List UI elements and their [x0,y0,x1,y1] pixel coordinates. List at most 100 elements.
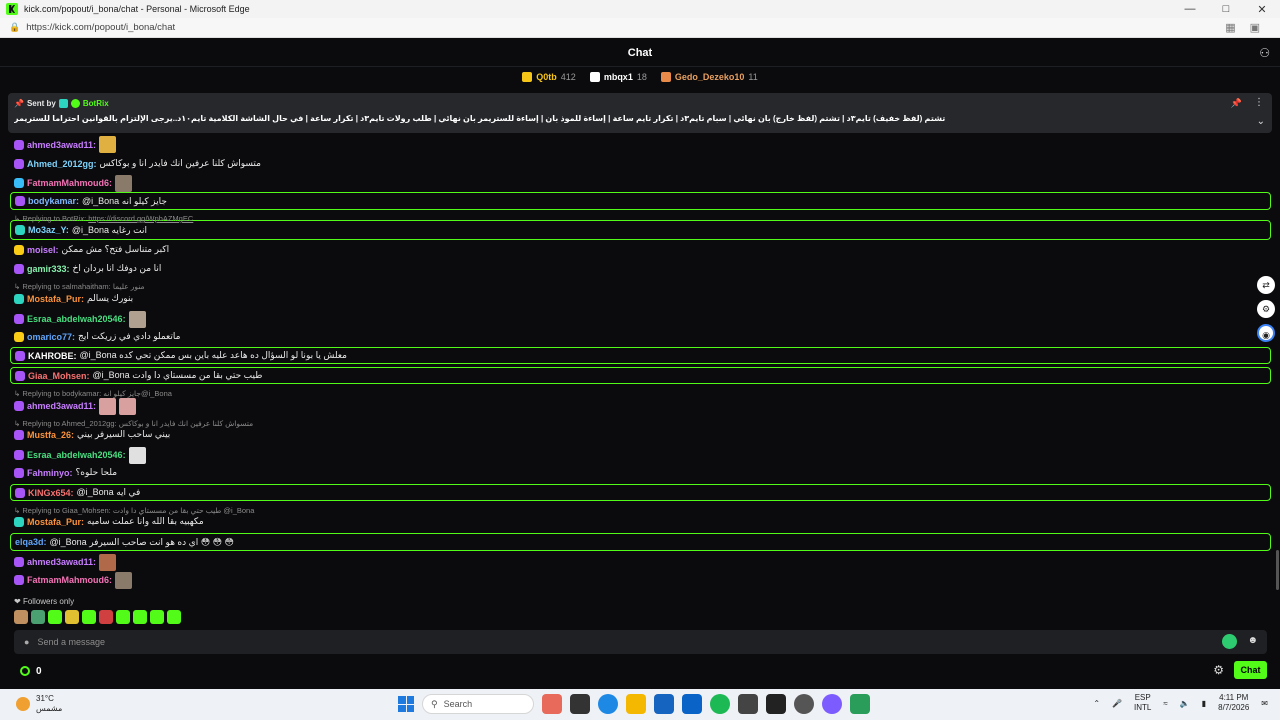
chat-username[interactable]: Ahmed_2012gg: [27,159,97,169]
chat-username[interactable]: Fahminyo: [27,468,73,478]
gear-icon[interactable]: ⚙ [1213,663,1224,677]
minimize-button[interactable]: — [1172,3,1208,16]
chat-message[interactable]: ahmed3awad11: [10,553,1271,571]
task-view-icon[interactable] [570,694,590,714]
chat-username[interactable]: Mostafa_Pur: [27,517,84,527]
chat-username[interactable]: Esraa_abdelwah20546: [27,450,126,460]
url-text[interactable]: https://kick.com/popout/i_bona/chat [26,22,175,33]
translate-icon[interactable]: ⇄ [1257,276,1275,294]
notification-icon[interactable]: ✉ [1261,699,1268,708]
chat-username[interactable]: gamir333: [27,264,70,274]
emote[interactable] [133,610,147,624]
chat-username[interactable]: Mustfa_26: [27,430,74,440]
taskbar-search[interactable]: ⚲ Search [422,694,534,714]
edge-icon[interactable] [598,694,618,714]
chevron-up-icon[interactable]: ⌃ [1093,699,1100,708]
chat-message[interactable]: elqa3d: @i_Bona اي ده هو انت صاحب السيرفر… [10,533,1271,551]
chevron-down-icon[interactable]: ⌄ [1257,116,1265,127]
chat-message[interactable]: Ahmed_2012gg: متسواش كلنا عرفين انك فايدر… [10,156,1271,171]
emote[interactable] [14,610,28,624]
chat-username[interactable]: Mostafa_Pur: [27,294,84,304]
chat-message[interactable]: KINGx654: @i_Bona في ايه [10,484,1271,501]
pinned-sender-name[interactable]: BotRix [83,99,109,108]
chat-message[interactable]: ahmed3awad11: [10,136,1271,153]
chat-username[interactable]: ahmed3awad11: [27,557,96,567]
chat-message[interactable]: Mostafa_Pur: مكهبيه بقا الله وانا عملت سا… [10,514,1271,529]
chat-message[interactable]: Mo3az_Y: @i_Bona انت رغايه [10,220,1271,240]
send-chat-button[interactable]: Chat [1234,661,1267,679]
zoom-icon[interactable]: ▦ [1225,21,1235,34]
chat-messages[interactable]: ahmed3awad11: Ahmed_2012gg: متسواش كلنا عر… [0,134,1280,590]
chat-message[interactable]: Mustfa_26: بيني ساحب السيرفر بيني [10,427,1271,442]
lock-app-icon[interactable] [738,694,758,714]
chat-username[interactable]: FatmamMahmoud6: [27,178,112,188]
app-a-icon[interactable] [766,694,786,714]
emote[interactable] [82,610,96,624]
kick-app-icon[interactable] [850,694,870,714]
chat-message[interactable]: gamir333: انا من دوفك انا بردان اخ [10,261,1271,276]
outlook-icon[interactable] [682,694,702,714]
chat-username[interactable]: Giaa_Mohsen: [28,371,90,381]
more-options-icon[interactable]: ⋮ [1254,97,1264,108]
volume-icon[interactable]: 🔈 [1180,699,1190,708]
chat-username[interactable]: moisel: [27,245,59,255]
chat-message[interactable]: moisel: اكبر متناسل فتح؟ مش ممكن [10,242,1271,257]
weather-widget[interactable]: 31°C مشمس [16,694,62,714]
emoji-icon[interactable]: ☻ [1247,635,1258,646]
message-input[interactable]: Send a message [37,637,105,647]
chat-username[interactable]: elqa3d: [15,537,47,547]
pinned-message[interactable]: 📌 Sent by BotRix تشتم (لفظ خفيف) تايم٣د … [8,93,1272,133]
assistant-icon[interactable]: ◉ [1257,324,1275,342]
chat-message[interactable]: Esraa_abdelwah20546: [10,446,1271,464]
chat-username[interactable]: ahmed3awad11: [27,401,96,411]
leaderboard-entry[interactable]: mbqx1 18 [589,68,647,86]
start-button[interactable] [398,696,414,712]
chat-message[interactable]: ahmed3awad11: [10,397,1271,415]
chat-message[interactable]: Mostafa_Pur: بنورك يسالم [10,291,1271,306]
reply-link[interactable]: https://discord.gg/WpbAZMgEC [88,214,193,223]
chat-username[interactable]: omarico77: [27,332,75,342]
close-button[interactable]: ✕ [1244,3,1280,16]
store-icon[interactable] [654,694,674,714]
emote[interactable] [65,610,79,624]
chat-username[interactable]: Esraa_abdelwah20546: [27,314,126,324]
emote[interactable] [167,610,181,624]
wifi-icon[interactable]: ≈ [1163,699,1167,708]
microphone-icon[interactable]: 🎤 [1112,699,1122,708]
address-bar[interactable]: 🔒 https://kick.com/popout/i_bona/chat ▦ … [0,18,1280,38]
extension-icon[interactable]: ⚙ [1257,300,1275,318]
chat-message[interactable]: FatmamMahmoud6: [10,571,1271,589]
users-icon[interactable]: ⚇ [1259,46,1270,60]
discord-icon[interactable] [822,694,842,714]
kick-emote-icon[interactable] [1222,634,1237,649]
emote[interactable] [48,610,62,624]
chat-username[interactable]: KINGx654: [28,488,74,498]
chat-message[interactable]: FatmamMahmoud6: [10,174,1271,192]
chatgpt-icon[interactable] [794,694,814,714]
chat-message[interactable]: Fahminyo: ملحا حلوه؟ [10,465,1271,480]
battery-icon[interactable]: ▮ [1202,699,1206,708]
emote[interactable] [116,610,130,624]
file-explorer-icon[interactable] [626,694,646,714]
chat-message[interactable]: bodykamar: @i_Bona جايز كيلو انه [10,192,1271,210]
leaderboard-entry[interactable]: Gedo_Dezeko10 11 [660,68,758,86]
chat-message[interactable]: Giaa_Mohsen: @i_Bona طيب حتي بقا من مسستا… [10,367,1271,384]
widgets-app-icon[interactable] [542,694,562,714]
emote[interactable] [31,610,45,624]
leaderboard-entry[interactable]: Q0tb 412 [522,68,576,86]
unpin-icon[interactable]: 📌 [1231,98,1242,109]
emote[interactable] [99,610,113,624]
chat-username[interactable]: FatmamMahmoud6: [27,575,112,585]
channel-points[interactable]: 0 [20,666,42,677]
chat-username[interactable]: Mo3az_Y: [28,225,69,235]
chat-message[interactable]: KAHROBE: @i_Bona معلش يا بونا لو السؤال د… [10,347,1271,364]
emote[interactable] [150,610,164,624]
chat-username[interactable]: KAHROBE: [28,351,77,361]
read-aloud-icon[interactable]: ▣ [1250,21,1260,34]
chat-message[interactable]: Esraa_abdelwah20546: [10,310,1271,328]
spotify-icon[interactable] [710,694,730,714]
maximize-button[interactable]: □ [1208,3,1244,16]
chat-message[interactable]: omarico77: ماتعملو دادي في زريكت ايج [10,329,1271,344]
chat-username[interactable]: bodykamar: [28,196,79,206]
message-input-box[interactable]: ● Send a message ☻ [14,630,1267,654]
